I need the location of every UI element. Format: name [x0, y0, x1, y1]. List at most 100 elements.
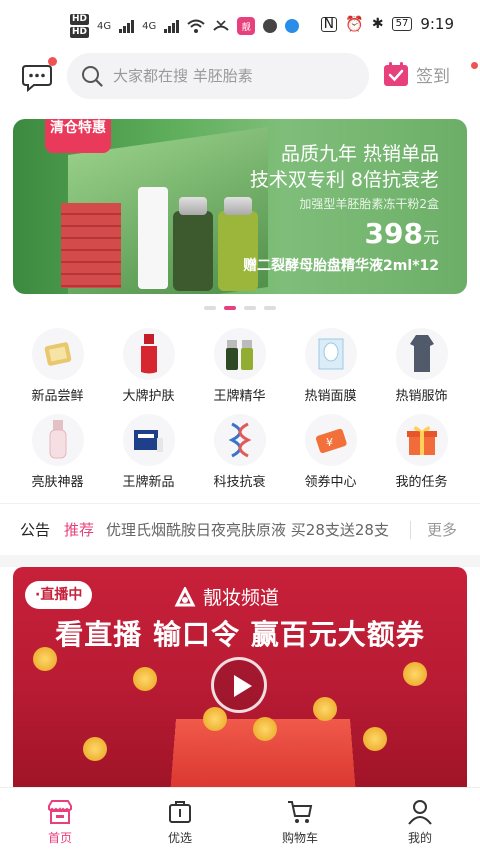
featured-bag-icon [166, 798, 194, 826]
tab-label: 优选 [168, 829, 192, 846]
checkin-button[interactable]: 签到 [382, 60, 450, 88]
gift-box-icon [396, 414, 448, 466]
category-grid: 新品尝鲜 大牌护肤 王牌精华 热销面膜 热销服饰 亮肤神器 王牌新品 科技抗衰 … [12, 328, 468, 490]
status-bar: HD HD 4G 4G 靓 N ⏰ ✱ 57 9:19 [0, 0, 480, 50]
search-bar[interactable] [67, 53, 369, 99]
hd-indicator: HD HD [70, 14, 89, 38]
pagination-dot[interactable] [204, 306, 216, 310]
live-stream-card[interactable]: ·直播中 靓妆频道 看直播 输口令 赢百元大额券 [13, 567, 467, 787]
alarm-icon: ⏰ [345, 15, 364, 33]
new-product-box-icon [123, 414, 175, 466]
play-icon[interactable] [211, 657, 267, 713]
product-pack-image [61, 203, 121, 288]
coin-image [313, 697, 337, 721]
light-bottle-image [218, 211, 258, 291]
coin-image [203, 707, 227, 731]
tab-cart[interactable]: 购物车 [240, 788, 360, 853]
search-icon [81, 65, 103, 87]
banner-headline-1: 品质九年 热销单品 [250, 141, 439, 167]
red-serum-icon [123, 328, 175, 380]
clearance-tag: 清仓特惠 [45, 119, 111, 153]
tab-label: 我的 [408, 829, 432, 846]
tab-home[interactable]: 首页 [0, 788, 120, 853]
dark-bottle-image [173, 211, 213, 291]
pagination-dot-active[interactable] [224, 306, 236, 310]
notice-label: 公告 [20, 519, 50, 540]
category-label: 我的任务 [395, 471, 447, 490]
live-badge: ·直播中 [25, 581, 92, 609]
pagination-dot[interactable] [244, 306, 256, 310]
category-item[interactable]: 王牌精华 [194, 328, 285, 404]
notice-tag: 推荐 [64, 519, 94, 540]
hd-bottom-label: HD [70, 27, 89, 38]
category-item[interactable]: 热销面膜 [285, 328, 376, 404]
banner-pagination [0, 306, 480, 310]
category-item[interactable]: 科技抗衰 [194, 414, 285, 490]
price-value: 398 [365, 217, 423, 250]
category-item[interactable]: 亮肤神器 [12, 414, 103, 490]
home-shop-icon [46, 798, 74, 826]
wifi-icon [187, 19, 205, 33]
coupon-icon: ¥ [305, 414, 357, 466]
user-icon [406, 798, 434, 826]
nfc-icon: N [321, 17, 337, 32]
browser-notification-icon [285, 19, 299, 33]
battery-icon: 57 [392, 17, 413, 31]
banner-product-name: 加强型羊胚胎素冻干粉2盒 [299, 195, 439, 212]
category-item[interactable]: 大牌护肤 [103, 328, 194, 404]
category-item[interactable]: 新品尝鲜 [12, 328, 103, 404]
notice-divider [410, 521, 411, 539]
category-label: 新品尝鲜 [31, 385, 83, 404]
banner-price: 398元 [365, 217, 439, 250]
bluetooth-icon: ✱ [372, 16, 384, 32]
ampoule-icon [214, 328, 266, 380]
live-brand: 靓妆频道 [173, 583, 279, 610]
bottom-tab-bar: 首页 优选 购物车 我的 [0, 787, 480, 853]
status-bar-right: N ⏰ ✱ 57 9:19 [321, 15, 454, 33]
chat-notification-icon [263, 19, 277, 33]
signal-icon [119, 19, 134, 33]
network-type-2: 4G [142, 21, 156, 32]
shopping-cart-icon [286, 798, 314, 826]
app-header: 签到 [0, 50, 480, 105]
live-brand-name: 靓妆频道 [203, 583, 279, 610]
tab-label: 首页 [48, 829, 72, 846]
banner-headline: 品质九年 热销单品 技术双专利 8倍抗衰老 [250, 141, 439, 193]
category-label: 亮肤神器 [31, 471, 83, 490]
hd-top-label: HD [70, 14, 89, 25]
promo-banner[interactable]: 清仓特惠 品质九年 热销单品 技术双专利 8倍抗衰老 加强型羊胚胎素冻干粉2盒 … [13, 119, 467, 294]
notice-bar[interactable]: 公告 推荐 优理氏烟酰胺日夜亮肤原液 买28支送28支 更多 [0, 503, 480, 555]
category-item[interactable]: 热销服饰 [376, 328, 467, 404]
pagination-dot[interactable] [264, 306, 276, 310]
notice-more-link[interactable]: 更多 [427, 519, 457, 540]
section-divider [0, 555, 480, 567]
category-label: 热销面膜 [304, 385, 356, 404]
tab-featured[interactable]: 优选 [120, 788, 240, 853]
unread-dot [48, 57, 57, 66]
coin-image [363, 727, 387, 751]
checkin-label: 签到 [416, 62, 450, 87]
product-tube-image [138, 187, 168, 289]
category-item[interactable]: 王牌新品 [103, 414, 194, 490]
brand-logo-icon [173, 587, 197, 607]
calendar-check-icon [382, 60, 410, 88]
dress-icon [396, 328, 448, 380]
search-input[interactable] [113, 67, 353, 85]
category-item[interactable]: 我的任务 [376, 414, 467, 490]
dna-icon [214, 414, 266, 466]
category-item[interactable]: ¥ 领券中心 [285, 414, 376, 490]
app-notification-icon: 靓 [237, 17, 255, 35]
notice-text[interactable]: 优理氏烟酰胺日夜亮肤原液 买28支送28支 [106, 519, 404, 540]
signal-icon-2 [164, 19, 179, 33]
tab-profile[interactable]: 我的 [360, 788, 480, 853]
coin-image [403, 662, 427, 686]
tab-label: 购物车 [282, 829, 318, 846]
gold-mask-icon [32, 328, 84, 380]
category-label: 科技抗衰 [213, 471, 265, 490]
live-title: 看直播 输口令 赢百元大额券 [13, 613, 467, 653]
network-type-1: 4G [97, 21, 111, 32]
message-button[interactable] [20, 60, 54, 94]
svg-text:¥: ¥ [326, 436, 333, 449]
category-label: 王牌新品 [122, 471, 174, 490]
category-label: 王牌精华 [213, 385, 265, 404]
